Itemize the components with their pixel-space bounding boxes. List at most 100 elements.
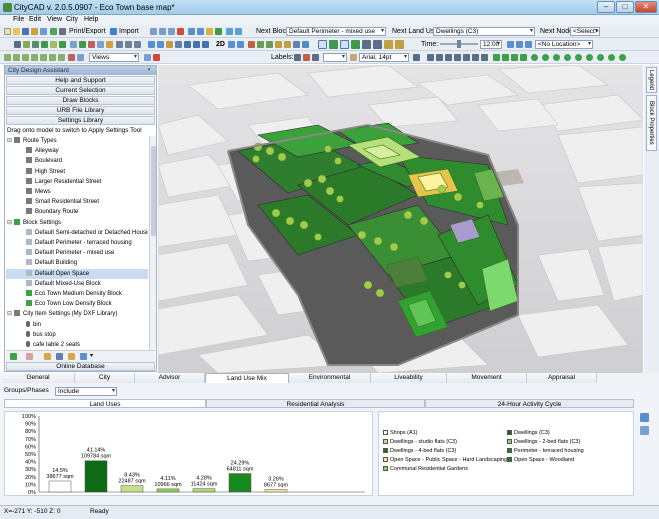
analysis-1-icon[interactable]: [493, 54, 500, 61]
tree-item[interactable]: cafe table 2 seats: [6, 340, 148, 350]
collapse-toggle-icon[interactable]: ⊟: [7, 136, 12, 146]
label-edit-icon[interactable]: [294, 54, 301, 61]
tab-liveability[interactable]: Liveability: [371, 373, 447, 383]
split-route-icon[interactable]: [70, 41, 77, 48]
step-back-icon[interactable]: [542, 54, 549, 61]
tree-scrollbar-thumb[interactable]: [151, 146, 156, 236]
tree-item[interactable]: Default Open Space: [6, 268, 148, 279]
arrow-down-icon[interactable]: [13, 54, 20, 61]
walk-icon[interactable]: [193, 41, 200, 48]
export-video-icon[interactable]: [619, 54, 626, 61]
save-icon[interactable]: [22, 28, 29, 35]
tab-advisor[interactable]: Advisor: [135, 373, 205, 383]
display-mode-3-icon[interactable]: [340, 40, 349, 49]
lock-icon[interactable]: [463, 54, 470, 61]
add-view-icon[interactable]: [144, 54, 151, 61]
loop-icon[interactable]: [608, 54, 615, 61]
apply-setting-icon[interactable]: [80, 353, 87, 360]
open-folder-icon[interactable]: [13, 28, 20, 35]
record-icon[interactable]: [597, 54, 604, 61]
display-mode-8-icon[interactable]: [395, 40, 404, 49]
display-mode-5-icon[interactable]: [362, 40, 371, 49]
delete-icon[interactable]: [177, 28, 184, 35]
pointer-icon[interactable]: [14, 41, 21, 48]
play-green-icon[interactable]: [531, 54, 538, 61]
rotate-icon[interactable]: [40, 54, 47, 61]
layer-icon[interactable]: [116, 41, 123, 48]
import-icon[interactable]: [110, 28, 117, 35]
tree-item[interactable]: bin: [6, 320, 148, 330]
zoom-extents-icon[interactable]: [175, 41, 182, 48]
3d-viewport[interactable]: [158, 65, 643, 373]
city-item-icon[interactable]: [79, 41, 86, 48]
strip-urb-file-library[interactable]: URB File Library: [6, 106, 155, 115]
time-play-icon[interactable]: [507, 41, 514, 48]
unlock-icon[interactable]: [472, 54, 479, 61]
import-button[interactable]: Import: [119, 27, 139, 36]
line-style-select[interactable]: [323, 53, 347, 62]
stop-icon[interactable]: [586, 54, 593, 61]
zoom-in-icon[interactable]: [148, 41, 155, 48]
draw-area-icon[interactable]: [59, 41, 66, 48]
tab-appraisal[interactable]: Appraisal: [527, 373, 597, 383]
tab-general[interactable]: General: [2, 373, 75, 383]
close-button[interactable]: ✕: [635, 1, 657, 13]
draw-route-icon[interactable]: [41, 41, 48, 48]
analysis-2-icon[interactable]: [502, 54, 509, 61]
tree-item[interactable]: Default Mixed-Use Block: [6, 279, 148, 289]
tree-item[interactable]: Mews: [6, 187, 148, 197]
collapse-toggle-icon[interactable]: ⊟: [7, 309, 12, 319]
time-slider-thumb[interactable]: [457, 40, 461, 48]
export-image-icon[interactable]: [50, 28, 57, 35]
tree-item[interactable]: Boundary Route: [6, 207, 148, 217]
texture-icon[interactable]: [266, 41, 273, 48]
align-left-icon[interactable]: [413, 54, 420, 61]
next-land-use-select[interactable]: Dwellings (C3): [433, 27, 535, 36]
tab-land-use-mix[interactable]: Land Use Mix: [205, 373, 289, 383]
add-node-icon[interactable]: [32, 41, 39, 48]
tilt-icon[interactable]: [49, 54, 56, 61]
location-select[interactable]: <No Location>: [535, 40, 593, 49]
tree-item[interactable]: Default Building: [6, 258, 148, 268]
tree-item[interactable]: Default Perimeter - mixed use: [6, 248, 148, 258]
select-tool-icon[interactable]: [206, 28, 213, 35]
arrow-right-icon[interactable]: [31, 54, 38, 61]
measure-icon[interactable]: [97, 41, 104, 48]
zoom-out-icon[interactable]: [157, 41, 164, 48]
label-style-icon[interactable]: [312, 54, 319, 61]
group-icon[interactable]: [125, 41, 132, 48]
copy-icon[interactable]: [159, 28, 166, 35]
panel-pin-icon[interactable]: ▪: [148, 67, 150, 73]
subtab-residential-analysis[interactable]: Residential Analysis: [206, 399, 425, 408]
strip-current-selection[interactable]: Current Selection: [6, 86, 155, 95]
tree-item[interactable]: Default Semi-detached or Detached Housin…: [6, 228, 148, 238]
time-end-icon[interactable]: [525, 41, 532, 48]
move-icon[interactable]: [23, 41, 30, 48]
strip-settings-library[interactable]: Settings Library: [6, 116, 155, 125]
fly-icon[interactable]: [202, 41, 209, 48]
add-setting-icon[interactable]: [10, 353, 17, 360]
view-3d-icon[interactable]: [228, 41, 235, 48]
zone-icon[interactable]: [106, 41, 113, 48]
tree-item[interactable]: Small Residential Street: [6, 197, 148, 207]
perspective-icon[interactable]: [237, 41, 244, 48]
display-mode-7-icon[interactable]: [384, 40, 393, 49]
tree-item[interactable]: Default Perimeter - terraced housing: [6, 238, 148, 248]
orbit-icon[interactable]: [184, 41, 191, 48]
printer-icon[interactable]: [59, 28, 66, 35]
bookmark-view-icon[interactable]: [68, 54, 75, 61]
label-color-icon[interactable]: [303, 54, 310, 61]
tree-item[interactable]: Eco Town Medium Density Block: [6, 289, 148, 299]
analysis-3-icon[interactable]: [511, 54, 518, 61]
analysis-4-icon[interactable]: [520, 54, 527, 61]
save-as-icon[interactable]: [31, 28, 38, 35]
more-options-icon[interactable]: ▾: [90, 352, 93, 359]
filter-icon[interactable]: [427, 54, 434, 61]
camera-icon[interactable]: [293, 41, 300, 48]
next-node-select[interactable]: <Select>: [570, 27, 600, 36]
tree-item[interactable]: Boulevard: [6, 156, 148, 166]
tree-item[interactable]: Eco Town Low Density Block: [6, 299, 148, 309]
menu-view[interactable]: View: [47, 15, 62, 25]
maximize-button[interactable]: □: [616, 1, 634, 13]
groups-phases-select[interactable]: Include: [55, 387, 117, 396]
